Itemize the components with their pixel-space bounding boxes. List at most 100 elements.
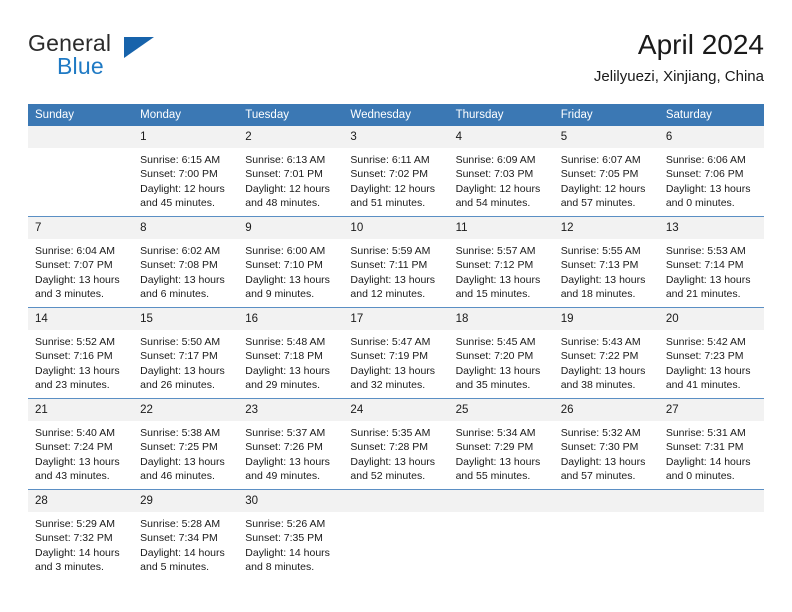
sunrise-text: Sunrise: 6:11 AM: [350, 154, 430, 166]
day-details: Sunrise: 6:00 AM Sunset: 7:10 PM Daylight:…: [238, 239, 343, 302]
day-number: 14: [28, 308, 134, 330]
sunset-text: Sunset: 7:29 PM: [455, 441, 534, 454]
day-cell[interactable]: 13 Sunrise: 5:53 AM Sunset: 7:14 PM Dayligh…: [658, 216, 764, 308]
day-cell[interactable]: [658, 489, 764, 580]
weekday-header-friday: Friday: [553, 104, 659, 126]
daylight-text-line1: Daylight: 13 hours: [560, 273, 646, 286]
day-number: [553, 490, 659, 512]
sunset-text: Sunset: 7:35 PM: [245, 532, 323, 545]
day-cell[interactable]: 29 Sunrise: 5:28 AM Sunset: 7:34 PM Dayligh…: [133, 489, 239, 580]
day-cell[interactable]: 26 Sunrise: 5:32 AM Sunset: 7:30 PM Dayligh…: [553, 398, 659, 490]
daylight-text-line2: and 6 minutes.: [140, 288, 210, 301]
day-cell[interactable]: 14 Sunrise: 5:52 AM Sunset: 7:16 PM Dayligh…: [28, 307, 134, 399]
daylight-text-line1: Daylight: 12 hours: [455, 182, 541, 195]
day-cell[interactable]: 23 Sunrise: 5:37 AM Sunset: 7:26 PM Dayligh…: [238, 398, 344, 490]
calendar-table: Sunday Monday Tuesday Wednesday Thursday…: [28, 104, 764, 580]
daylight-text-line1: Daylight: 14 hours: [665, 455, 751, 468]
day-number: 18: [448, 308, 554, 330]
day-cell[interactable]: 2 Sunrise: 6:13 AM Sunset: 7:01 PM Daylight…: [238, 126, 344, 217]
day-cell[interactable]: 21 Sunrise: 5:40 AM Sunset: 7:24 PM Dayligh…: [28, 398, 134, 490]
day-cell[interactable]: 17 Sunrise: 5:47 AM Sunset: 7:19 PM Dayligh…: [343, 307, 449, 399]
sunset-text: Sunset: 7:10 PM: [245, 259, 323, 272]
day-cell[interactable]: 22 Sunrise: 5:38 AM Sunset: 7:25 PM Dayligh…: [133, 398, 239, 490]
day-details: Sunrise: 5:53 AM Sunset: 7:14 PM Daylight:…: [659, 239, 764, 302]
day-details: Sunrise: 6:07 AM Sunset: 7:05 PM Daylight:…: [554, 148, 659, 211]
daylight-text-line1: Daylight: 13 hours: [35, 364, 120, 377]
day-details: Sunrise: 5:55 AM Sunset: 7:13 PM Daylight:…: [554, 239, 659, 302]
day-cell[interactable]: 28 Sunrise: 5:29 AM Sunset: 7:32 PM Dayligh…: [28, 489, 134, 580]
day-cell[interactable]: 19 Sunrise: 5:43 AM Sunset: 7:22 PM Dayligh…: [553, 307, 659, 399]
day-cell[interactable]: 12 Sunrise: 5:55 AM Sunset: 7:13 PM Dayligh…: [553, 216, 659, 308]
daylight-text-line1: Daylight: 13 hours: [140, 364, 225, 377]
day-number: 21: [28, 399, 134, 421]
day-cell[interactable]: 1 Sunrise: 6:15 AM Sunset: 7:00 PM Daylight…: [133, 126, 239, 217]
sunrise-text: Sunrise: 5:38 AM: [140, 427, 221, 439]
daylight-text-line1: Daylight: 13 hours: [245, 455, 330, 468]
day-details: Sunrise: 5:42 AM Sunset: 7:23 PM Daylight:…: [659, 330, 764, 393]
sunrise-text: Sunrise: 5:52 AM: [35, 336, 115, 348]
day-number: 8: [133, 217, 239, 239]
sunset-text: Sunset: 7:08 PM: [140, 259, 218, 272]
daylight-text-line1: Daylight: 12 hours: [140, 182, 225, 195]
daylight-text-line2: and 48 minutes.: [245, 197, 320, 210]
day-cell[interactable]: 7 Sunrise: 6:04 AM Sunset: 7:07 PM Daylight…: [28, 216, 134, 308]
day-cell[interactable]: 18 Sunrise: 5:45 AM Sunset: 7:20 PM Dayligh…: [448, 307, 554, 399]
day-details: Sunrise: 6:04 AM Sunset: 7:07 PM Daylight:…: [28, 239, 133, 302]
day-details: Sunrise: 5:28 AM Sunset: 7:34 PM Daylight:…: [133, 512, 238, 575]
calendar-header-row: Sunday Monday Tuesday Wednesday Thursday…: [28, 104, 764, 126]
daylight-text-line2: and 54 minutes.: [455, 197, 531, 210]
sunrise-text: Sunrise: 5:48 AM: [245, 336, 326, 348]
daylight-text-line1: Daylight: 13 hours: [455, 455, 541, 468]
day-number: 7: [28, 217, 134, 239]
day-details: Sunrise: 5:52 AM Sunset: 7:16 PM Daylight:…: [28, 330, 133, 393]
calendar-week-row: 28 Sunrise: 5:29 AM Sunset: 7:32 PM Dayligh…: [28, 489, 764, 580]
daylight-text-line2: and 0 minutes.: [665, 470, 735, 483]
daylight-text-line1: Daylight: 12 hours: [350, 182, 436, 195]
sunrise-text: Sunrise: 6:09 AM: [455, 154, 536, 166]
weekday-header-monday: Monday: [133, 104, 239, 126]
day-cell[interactable]: 3 Sunrise: 6:11 AM Sunset: 7:02 PM Daylight…: [343, 126, 449, 217]
day-cell[interactable]: 15 Sunrise: 5:50 AM Sunset: 7:17 PM Dayligh…: [133, 307, 239, 399]
sunrise-text: Sunrise: 6:06 AM: [665, 154, 746, 166]
day-details: Sunrise: 5:50 AM Sunset: 7:17 PM Daylight:…: [133, 330, 238, 393]
day-number: 16: [238, 308, 344, 330]
day-cell[interactable]: 30 Sunrise: 5:26 AM Sunset: 7:35 PM Dayligh…: [238, 489, 344, 580]
day-cell[interactable]: 25 Sunrise: 5:34 AM Sunset: 7:29 PM Dayligh…: [448, 398, 554, 490]
day-cell[interactable]: [448, 489, 554, 580]
day-cell[interactable]: [28, 126, 134, 217]
sunrise-text: Sunrise: 5:47 AM: [350, 336, 431, 348]
day-cell[interactable]: 16 Sunrise: 5:48 AM Sunset: 7:18 PM Dayligh…: [238, 307, 344, 399]
day-details: Sunrise: 6:06 AM Sunset: 7:06 PM Daylight:…: [659, 148, 764, 211]
day-cell[interactable]: 6 Sunrise: 6:06 AM Sunset: 7:06 PM Daylight…: [658, 126, 764, 217]
day-details: Sunrise: 6:02 AM Sunset: 7:08 PM Daylight:…: [133, 239, 238, 302]
daylight-text-line2: and 41 minutes.: [665, 379, 741, 392]
day-cell[interactable]: 27 Sunrise: 5:31 AM Sunset: 7:31 PM Dayligh…: [658, 398, 764, 490]
day-cell[interactable]: 11 Sunrise: 5:57 AM Sunset: 7:12 PM Dayligh…: [448, 216, 554, 308]
generalblue-logo[interactable]: General Blue: [28, 30, 208, 88]
day-number: 20: [658, 308, 764, 330]
day-number: 27: [658, 399, 764, 421]
sunrise-text: Sunrise: 5:42 AM: [665, 336, 746, 348]
daylight-text-line1: Daylight: 13 hours: [140, 455, 225, 468]
sunset-text: Sunset: 7:14 PM: [665, 259, 744, 272]
sunset-text: Sunset: 7:34 PM: [140, 532, 218, 545]
day-cell[interactable]: [553, 489, 659, 580]
daylight-text-line2: and 26 minutes.: [140, 379, 215, 392]
day-details: Sunrise: 5:43 AM Sunset: 7:22 PM Daylight:…: [554, 330, 659, 393]
sunset-text: Sunset: 7:17 PM: [140, 350, 218, 363]
day-cell[interactable]: 20 Sunrise: 5:42 AM Sunset: 7:23 PM Dayligh…: [658, 307, 764, 399]
daylight-text-line1: Daylight: 13 hours: [350, 273, 436, 286]
day-number: 30: [238, 490, 344, 512]
daylight-text-line1: Daylight: 13 hours: [455, 364, 541, 377]
sunrise-text: Sunrise: 6:04 AM: [35, 245, 115, 257]
day-cell[interactable]: 24 Sunrise: 5:35 AM Sunset: 7:28 PM Dayligh…: [343, 398, 449, 490]
day-details: Sunrise: 6:13 AM Sunset: 7:01 PM Daylight:…: [238, 148, 343, 211]
day-number: 13: [658, 217, 764, 239]
day-cell[interactable]: 9 Sunrise: 6:00 AM Sunset: 7:10 PM Daylight…: [238, 216, 344, 308]
day-cell[interactable]: 10 Sunrise: 5:59 AM Sunset: 7:11 PM Dayligh…: [343, 216, 449, 308]
day-cell[interactable]: 4 Sunrise: 6:09 AM Sunset: 7:03 PM Daylight…: [448, 126, 554, 217]
day-cell[interactable]: 5 Sunrise: 6:07 AM Sunset: 7:05 PM Daylight…: [553, 126, 659, 217]
day-cell[interactable]: [343, 489, 449, 580]
day-number: 9: [238, 217, 344, 239]
day-cell[interactable]: 8 Sunrise: 6:02 AM Sunset: 7:08 PM Daylight…: [133, 216, 239, 308]
